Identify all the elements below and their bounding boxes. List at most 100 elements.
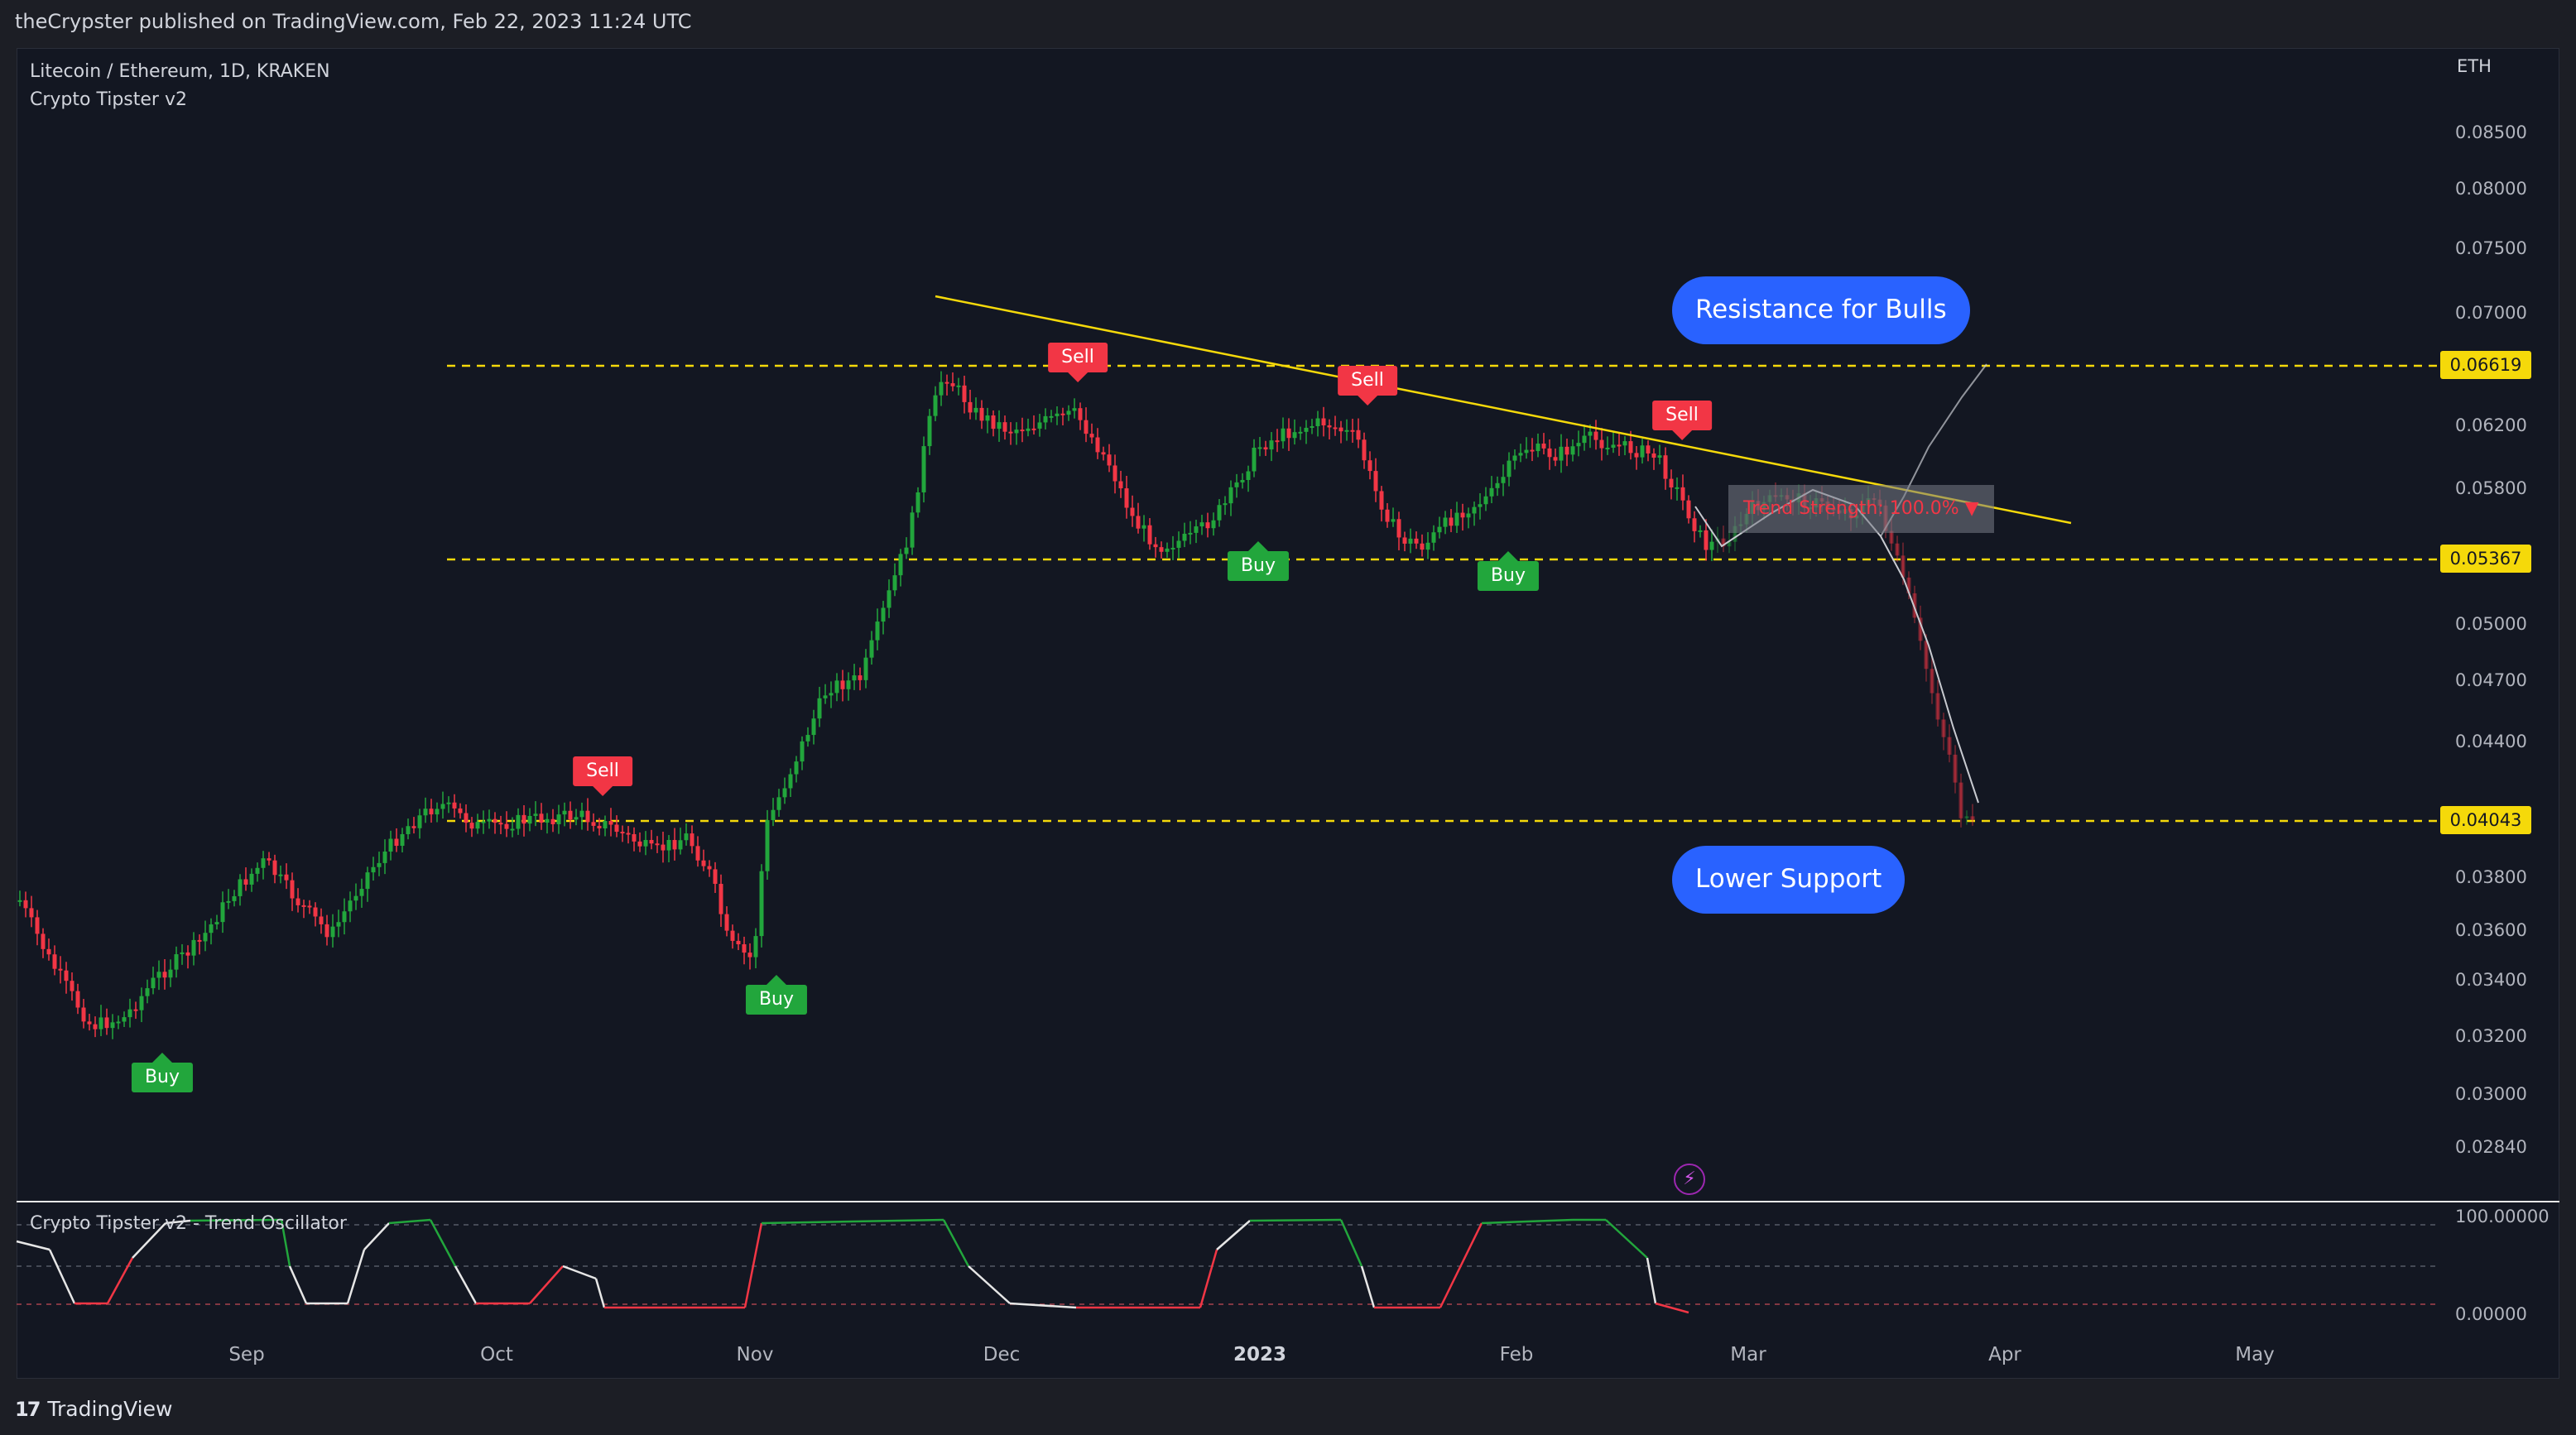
candle-body bbox=[487, 818, 492, 822]
candle-body bbox=[145, 988, 150, 996]
candle-body bbox=[1425, 542, 1430, 550]
candle-body bbox=[255, 867, 260, 874]
candle-body bbox=[1895, 543, 1900, 556]
candle-body bbox=[1680, 487, 1685, 501]
candle-body bbox=[452, 802, 457, 809]
candle-body bbox=[933, 395, 938, 416]
candle-body bbox=[81, 1007, 86, 1022]
candle-body bbox=[475, 822, 480, 829]
candle-body bbox=[469, 823, 474, 829]
candle-body bbox=[527, 815, 532, 824]
candle-body bbox=[1541, 444, 1546, 449]
candle-body bbox=[759, 871, 764, 937]
candle-body bbox=[1269, 440, 1274, 450]
time-tick: May bbox=[2235, 1344, 2275, 1365]
oscillator-segment bbox=[594, 1278, 606, 1308]
candle-body bbox=[962, 385, 967, 402]
candle-body bbox=[290, 880, 295, 899]
candle-body bbox=[214, 922, 219, 924]
candle-body bbox=[1617, 444, 1622, 447]
candle-body bbox=[921, 446, 926, 492]
oscillator-segment bbox=[968, 1265, 1011, 1304]
time-tick: Nov bbox=[736, 1344, 774, 1365]
resistance-note[interactable]: Resistance for Bulls bbox=[1672, 276, 1970, 344]
candle-body bbox=[1373, 471, 1378, 492]
oscillator-title[interactable]: Crypto Tipster v2 - Trend Oscillator bbox=[30, 1213, 347, 1234]
candle-body bbox=[869, 640, 874, 658]
candle-body bbox=[1275, 440, 1280, 443]
candle-body bbox=[1252, 447, 1257, 472]
candle-body bbox=[359, 889, 364, 896]
candle-body bbox=[1576, 443, 1581, 447]
candle-body bbox=[1599, 439, 1604, 449]
candle-body bbox=[191, 939, 196, 956]
candle-body bbox=[1512, 455, 1517, 461]
candle-body bbox=[979, 407, 984, 421]
support-note[interactable]: Lower Support bbox=[1672, 846, 1906, 914]
pane-divider[interactable] bbox=[17, 1201, 2559, 1202]
candle-body bbox=[939, 382, 944, 396]
candle-body bbox=[1958, 782, 1963, 818]
candle-body bbox=[753, 936, 758, 957]
candle-body bbox=[1547, 448, 1552, 458]
candle-body bbox=[1066, 410, 1071, 415]
candle-body bbox=[1141, 525, 1146, 529]
candle-body bbox=[556, 814, 561, 824]
candle-body bbox=[852, 675, 857, 681]
candle-body bbox=[661, 844, 666, 851]
candle-body bbox=[504, 823, 509, 829]
oscillator-segment bbox=[288, 1265, 308, 1304]
candle-body bbox=[139, 996, 144, 1010]
candle-body bbox=[1930, 669, 1934, 694]
candle-body bbox=[365, 872, 370, 890]
candle-body bbox=[75, 991, 80, 1008]
candle-body bbox=[324, 924, 329, 938]
candle-body bbox=[1692, 518, 1697, 531]
candle-body bbox=[70, 981, 74, 991]
candle-body bbox=[823, 695, 828, 698]
candle-body bbox=[1147, 525, 1152, 545]
candle-body bbox=[771, 809, 776, 821]
candle-body bbox=[180, 952, 185, 955]
oscillator-segment bbox=[363, 1222, 390, 1250]
candle-body bbox=[579, 810, 584, 818]
candle-body bbox=[342, 911, 347, 923]
candle-body bbox=[1130, 507, 1135, 516]
candle-body bbox=[1338, 427, 1343, 432]
candle-body bbox=[1483, 496, 1488, 505]
candle-body bbox=[718, 884, 723, 914]
candle-body bbox=[788, 774, 793, 789]
candle-body bbox=[261, 858, 266, 868]
candle-body bbox=[858, 675, 863, 680]
oscillator-segment bbox=[1439, 1222, 1483, 1308]
symbol-title[interactable]: Litecoin / Ethereum, 1D, KRAKEN bbox=[30, 58, 330, 86]
candle-body bbox=[1964, 816, 1969, 818]
bolt-icon[interactable]: ⚡ bbox=[1674, 1164, 1705, 1195]
tradingview-logo[interactable]: 17 TradingView bbox=[15, 1397, 172, 1421]
candle-body bbox=[1524, 449, 1529, 454]
candle-body bbox=[765, 820, 770, 871]
sell-signal: Sell bbox=[1652, 401, 1712, 440]
candle-body bbox=[1008, 431, 1013, 434]
candle-body bbox=[1941, 719, 1946, 737]
price-chart[interactable] bbox=[0, 0, 2576, 1435]
indicator-title[interactable]: Crypto Tipster v2 bbox=[30, 86, 330, 114]
candle-body bbox=[1246, 471, 1251, 480]
candle-body bbox=[510, 828, 515, 831]
candle-body bbox=[956, 385, 961, 387]
time-tick: Feb bbox=[1499, 1344, 1534, 1365]
candle-body bbox=[1582, 435, 1587, 444]
oscillator-segment bbox=[1481, 1218, 1574, 1225]
buy-signal: Buy bbox=[131, 1053, 194, 1092]
candle-body bbox=[1536, 444, 1540, 452]
oscillator-segment bbox=[1646, 1257, 1657, 1304]
candle-body bbox=[1211, 520, 1216, 529]
candle-body bbox=[1622, 441, 1627, 446]
candle-body bbox=[950, 383, 955, 386]
candle-body bbox=[417, 815, 422, 828]
price-tick: 0.07000 bbox=[2455, 303, 2527, 323]
candle-body bbox=[1350, 430, 1355, 432]
candle-body bbox=[429, 809, 434, 815]
candle-body bbox=[226, 900, 231, 903]
oscillator-segment bbox=[761, 1218, 944, 1225]
